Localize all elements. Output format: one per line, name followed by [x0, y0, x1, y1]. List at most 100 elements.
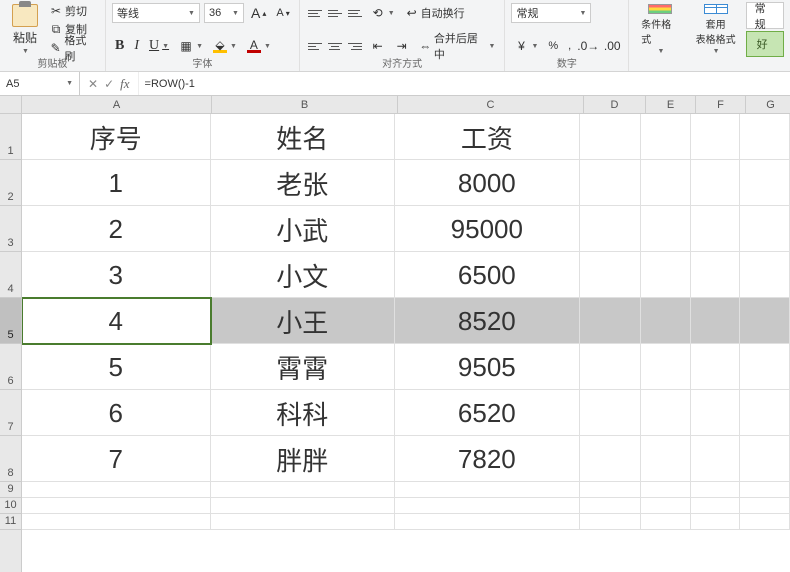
font-color-button[interactable]: A ▼: [244, 37, 274, 55]
cell-C2[interactable]: 8000: [395, 160, 580, 206]
decrease-font-button[interactable]: A ▾: [273, 4, 292, 22]
border-button[interactable]: ▦ ▼: [176, 37, 206, 55]
cell-C9[interactable]: [395, 482, 580, 498]
orientation-button[interactable]: ⟲ ▼: [368, 4, 398, 22]
cell-C4[interactable]: 6500: [395, 252, 580, 298]
row-header-3[interactable]: 3: [0, 206, 21, 252]
cell-C1[interactable]: 工资: [395, 114, 580, 160]
percent-button[interactable]: %: [545, 37, 561, 55]
cell-D6[interactable]: [580, 344, 642, 390]
cell-F6[interactable]: [691, 344, 741, 390]
cell-E3[interactable]: [641, 206, 691, 252]
decrease-decimal-button[interactable]: .00: [602, 37, 622, 55]
row-header-2[interactable]: 2: [0, 160, 21, 206]
row-header-5[interactable]: 5: [0, 298, 21, 344]
cell-G4[interactable]: [740, 252, 790, 298]
increase-decimal-button[interactable]: .0→: [578, 37, 598, 55]
align-top-button[interactable]: [306, 5, 324, 21]
column-header-G[interactable]: G: [746, 96, 790, 113]
cell-C3[interactable]: 95000: [395, 206, 580, 252]
cell-C10[interactable]: [395, 498, 580, 514]
cell-B5[interactable]: 小王: [211, 298, 396, 344]
cell-A11[interactable]: [22, 514, 211, 530]
cell-G9[interactable]: [740, 482, 790, 498]
row-header-6[interactable]: 6: [0, 344, 21, 390]
cell-B10[interactable]: [211, 498, 396, 514]
cell-D10[interactable]: [580, 498, 642, 514]
select-all-corner[interactable]: [0, 96, 22, 114]
cell-F5[interactable]: [691, 298, 741, 344]
align-middle-button[interactable]: [326, 5, 344, 21]
cell-G1[interactable]: [740, 114, 790, 160]
cell-E6[interactable]: [641, 344, 691, 390]
cell-A3[interactable]: 2: [22, 206, 211, 252]
column-header-D[interactable]: D: [584, 96, 646, 113]
wrap-text-button[interactable]: ↩ 自动换行: [402, 4, 468, 22]
cell-C11[interactable]: [395, 514, 580, 530]
cell-B2[interactable]: 老张: [211, 160, 396, 206]
cell-B9[interactable]: [211, 482, 396, 498]
underline-button[interactable]: U ▼: [146, 37, 172, 55]
cell-C8[interactable]: 7820: [395, 436, 580, 482]
cell-style-good[interactable]: 好: [746, 31, 784, 57]
cell-D7[interactable]: [580, 390, 642, 436]
cell-G5[interactable]: [740, 298, 790, 344]
column-header-C[interactable]: C: [398, 96, 584, 113]
fx-icon[interactable]: fx: [120, 76, 129, 92]
comma-button[interactable]: ,: [565, 37, 574, 55]
cell-F3[interactable]: [691, 206, 741, 252]
cell-A10[interactable]: [22, 498, 211, 514]
cell-D11[interactable]: [580, 514, 642, 530]
increase-font-button[interactable]: A ▴: [248, 4, 269, 22]
cell-D3[interactable]: [580, 206, 642, 252]
row-header-7[interactable]: 7: [0, 390, 21, 436]
align-right-button[interactable]: [346, 38, 364, 54]
cell-A5[interactable]: 4: [22, 298, 211, 344]
row-header-9[interactable]: 9: [0, 482, 21, 498]
cell-E1[interactable]: [641, 114, 691, 160]
cell-G6[interactable]: [740, 344, 790, 390]
cell-G8[interactable]: [740, 436, 790, 482]
cell-A1[interactable]: 序号: [22, 114, 211, 160]
conditional-format-button[interactable]: 条件格式 ▼: [635, 2, 685, 57]
cells-area[interactable]: 序号姓名工资1老张80002小武950003小文65004小王85205霄霄95…: [22, 114, 790, 530]
cell-E5[interactable]: [641, 298, 691, 344]
cut-button[interactable]: ✂ 剪切: [46, 2, 99, 20]
cell-D5[interactable]: [580, 298, 642, 344]
cell-A6[interactable]: 5: [22, 344, 211, 390]
align-center-button[interactable]: [326, 38, 344, 54]
cancel-formula-icon[interactable]: ✕: [88, 77, 98, 91]
cell-G7[interactable]: [740, 390, 790, 436]
row-header-11[interactable]: 11: [0, 514, 21, 530]
cell-G2[interactable]: [740, 160, 790, 206]
cell-D4[interactable]: [580, 252, 642, 298]
cell-E11[interactable]: [641, 514, 691, 530]
cell-B3[interactable]: 小武: [211, 206, 396, 252]
cell-B4[interactable]: 小文: [211, 252, 396, 298]
cell-A9[interactable]: [22, 482, 211, 498]
cell-F11[interactable]: [691, 514, 741, 530]
increase-indent-button[interactable]: ⇥: [392, 37, 412, 55]
column-header-A[interactable]: A: [22, 96, 212, 113]
cell-F9[interactable]: [691, 482, 741, 498]
font-size-select[interactable]: 36 ▼: [204, 3, 244, 23]
name-box[interactable]: A5 ▼: [0, 72, 80, 95]
cell-style-normal[interactable]: 常规: [746, 2, 784, 29]
cell-B11[interactable]: [211, 514, 396, 530]
cell-D8[interactable]: [580, 436, 642, 482]
cell-F8[interactable]: [691, 436, 741, 482]
cell-E2[interactable]: [641, 160, 691, 206]
cell-A2[interactable]: 1: [22, 160, 211, 206]
cell-A8[interactable]: 7: [22, 436, 211, 482]
row-header-4[interactable]: 4: [0, 252, 21, 298]
cell-E10[interactable]: [641, 498, 691, 514]
row-header-10[interactable]: 10: [0, 498, 21, 514]
fill-color-button[interactable]: ⬙ ▼: [210, 37, 240, 55]
cell-F7[interactable]: [691, 390, 741, 436]
cell-F4[interactable]: [691, 252, 741, 298]
column-header-E[interactable]: E: [646, 96, 696, 113]
accept-formula-icon[interactable]: ✓: [104, 77, 114, 91]
cell-G11[interactable]: [740, 514, 790, 530]
cell-B1[interactable]: 姓名: [211, 114, 396, 160]
column-header-F[interactable]: F: [696, 96, 746, 113]
